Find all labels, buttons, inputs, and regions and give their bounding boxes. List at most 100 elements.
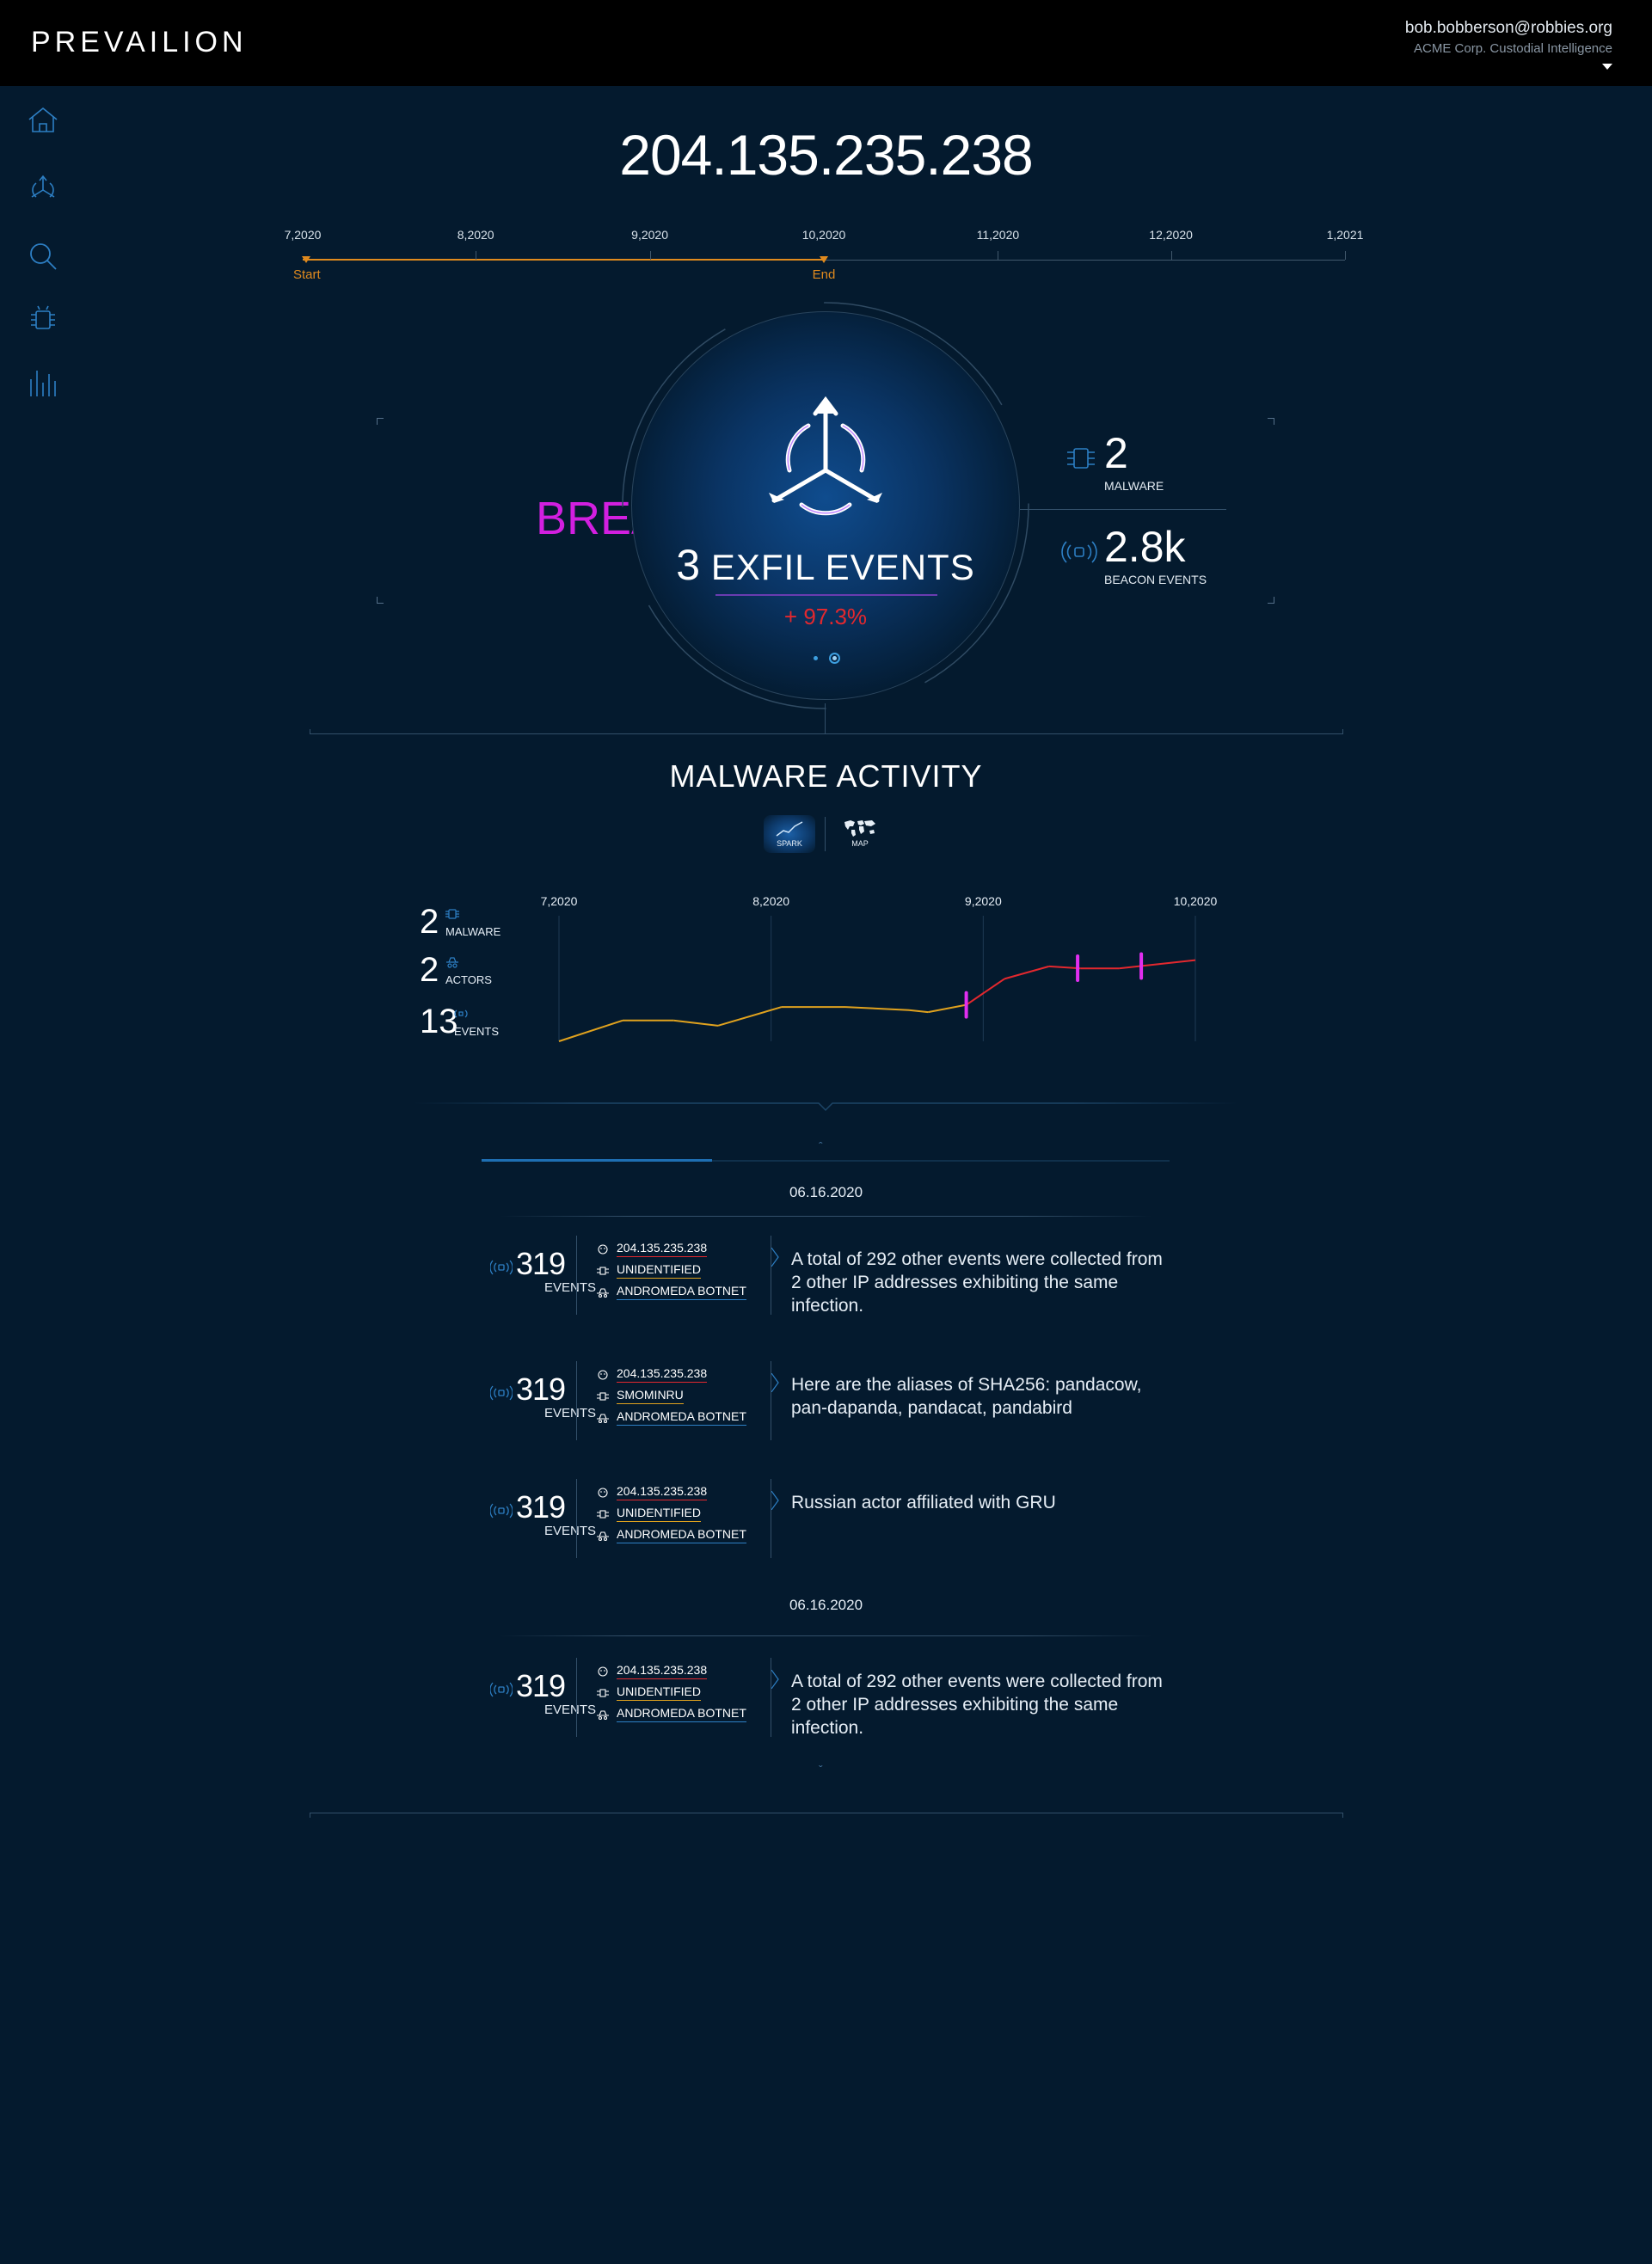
beacon-icon — [489, 1260, 513, 1275]
event-ip-link[interactable]: 204.135.235.238 — [617, 1241, 708, 1257]
timeline-tick: 12,2020 — [1149, 228, 1193, 242]
chevron-right-icon — [771, 1373, 779, 1392]
event-ip-tag[interactable]: 204.135.235.238 — [596, 1366, 768, 1385]
event-actor-tag[interactable]: UNIDENTIFIED — [596, 1262, 768, 1281]
malware-icon — [596, 1286, 610, 1298]
event-malware-tag[interactable]: ANDROMEDA BOTNET — [596, 1527, 768, 1546]
event-separator — [576, 1236, 577, 1315]
toggle-divider — [825, 817, 826, 851]
activity-actors-count: 2 — [420, 951, 439, 989]
chart-series-segment — [966, 978, 1005, 1006]
activity-malware-label: MALWARE — [445, 925, 501, 938]
ip-address-icon — [596, 1487, 610, 1498]
chart-series-segment — [717, 1006, 783, 1027]
event-actor-link[interactable]: UNIDENTIFIED — [617, 1506, 701, 1522]
chart-x-tick-label: 9,2020 — [965, 894, 1002, 908]
event-count-label: EVENTS — [544, 1524, 596, 1538]
event-ip-tag[interactable]: 204.135.235.238 — [596, 1484, 768, 1503]
nav-analytics[interactable] — [26, 365, 64, 403]
malware-activity-chart: 7,2020 8,2020 9,2020 10,2020 — [541, 894, 1218, 1042]
timeline-tick: 8,2020 — [457, 228, 494, 242]
ip-address-icon — [596, 1243, 610, 1255]
timeline-tick: 7,2020 — [284, 228, 322, 242]
actor-icon — [596, 1687, 610, 1697]
event-malware-tag[interactable]: ANDROMEDA BOTNET — [596, 1409, 768, 1428]
timeline-start-handle[interactable] — [301, 256, 310, 263]
event-actor-link[interactable]: UNIDENTIFIED — [617, 1262, 701, 1279]
timeline-selected-range — [303, 259, 824, 261]
event-actor-link[interactable]: SMOMINRU — [617, 1388, 684, 1404]
event-row[interactable]: 319 EVENTS 204.135.235.238 UNIDENTIFIED ANDR… — [482, 1658, 1170, 1744]
event-separator — [576, 1658, 577, 1737]
event-malware-link[interactable]: ANDROMEDA BOTNET — [617, 1527, 746, 1543]
event-actor-link[interactable]: UNIDENTIFIED — [617, 1684, 701, 1701]
chart-series-segment — [844, 1006, 910, 1011]
timeline-start-label: Start — [293, 267, 321, 282]
actor-icon — [596, 1265, 610, 1275]
user-menu[interactable]: bob.bobberson@robbies.org ACME Corp. Cus… — [1405, 19, 1612, 70]
expand-chevron-down-icon[interactable]: ˇ — [819, 1763, 823, 1776]
search-icon — [30, 243, 57, 270]
event-count: 319 — [516, 1489, 566, 1525]
event-ip-link[interactable]: 204.135.235.238 — [617, 1366, 708, 1383]
event-count: 319 — [516, 1246, 566, 1281]
event-malware-link[interactable]: ANDROMEDA BOTNET — [617, 1284, 746, 1300]
carousel-dots[interactable] — [808, 652, 843, 666]
card-corner — [1268, 418, 1274, 425]
activity-malware-count: 2 — [420, 903, 439, 941]
event-description: A total of 292 other events were collect… — [791, 1249, 1163, 1316]
event-separator — [576, 1361, 577, 1440]
exfil-icon — [769, 396, 882, 516]
toggle-map-view[interactable]: MAP — [834, 815, 886, 853]
event-malware-tag[interactable]: ANDROMEDA BOTNET — [596, 1284, 768, 1303]
chevron-right-icon — [771, 1248, 779, 1267]
event-malware-tag[interactable]: ANDROMEDA BOTNET — [596, 1706, 768, 1725]
event-description: Russian actor affiliated with GRU — [791, 1493, 1056, 1512]
event-row[interactable]: 319 EVENTS 204.135.235.238 UNIDENTIFIED ANDR… — [482, 1479, 1170, 1565]
event-count-label: EVENTS — [544, 1406, 596, 1420]
nav-malware[interactable] — [26, 303, 64, 341]
chart-series-segment — [928, 1003, 967, 1014]
event-actor-tag[interactable]: UNIDENTIFIED — [596, 1506, 768, 1525]
event-ip-link[interactable]: 204.135.235.238 — [617, 1663, 708, 1679]
event-description: Here are the aliases of SHA256: pandacow… — [791, 1375, 1142, 1418]
chevron-right-icon — [771, 1491, 779, 1510]
date-range-timeline[interactable]: 7,2020 8,2020 9,2020 10,2020 11,2020 12,… — [285, 228, 1364, 288]
beacon-icon — [454, 1009, 468, 1018]
carousel-dot-active[interactable] — [829, 653, 840, 664]
chart-series-segment — [558, 1019, 623, 1042]
timeline-tick: 1,2021 — [1326, 228, 1364, 242]
timeline-tickmark — [649, 251, 651, 260]
event-actor-tag[interactable]: UNIDENTIFIED — [596, 1684, 768, 1703]
collapse-chevron-up-icon[interactable]: ˆ — [819, 1139, 823, 1153]
malware-bug-icon — [31, 305, 55, 329]
event-row[interactable]: 319 EVENTS 204.135.235.238 UNIDENTIFIED ANDR… — [482, 1236, 1170, 1322]
event-description: A total of 292 other events were collect… — [791, 1672, 1163, 1738]
timeline-end-handle[interactable] — [820, 256, 828, 263]
toggle-spark-label: SPARK — [777, 839, 802, 848]
carousel-dot[interactable] — [814, 656, 818, 660]
event-ip-link[interactable]: 204.135.235.238 — [617, 1484, 708, 1500]
top-bar: PREVAILION bob.bobberson@robbies.org ACM… — [0, 0, 1652, 86]
user-org: ACME Corp. Custodial Intelligence — [1414, 41, 1612, 56]
exfil-delta: + 97.3% — [783, 604, 868, 629]
events-tab-active[interactable] — [482, 1159, 712, 1162]
chart-x-tick-label: 7,2020 — [541, 894, 578, 908]
toggle-spark-view[interactable]: SPARK — [764, 815, 815, 853]
event-group-rule — [499, 1635, 1152, 1636]
chart-series-segment — [1119, 959, 1196, 970]
world-map-icon — [844, 820, 875, 837]
ip-address-icon — [596, 1369, 610, 1380]
event-malware-link[interactable]: ANDROMEDA BOTNET — [617, 1409, 746, 1426]
event-actor-tag[interactable]: SMOMINRU — [596, 1388, 768, 1407]
event-ip-tag[interactable]: 204.135.235.238 — [596, 1241, 768, 1260]
chart-x-tick-label: 10,2020 — [1174, 894, 1218, 908]
event-count: 319 — [516, 1668, 566, 1703]
chevron-down-icon[interactable] — [1602, 64, 1612, 70]
event-ip-tag[interactable]: 204.135.235.238 — [596, 1663, 768, 1682]
brand-logo[interactable]: PREVAILION — [31, 26, 248, 59]
event-malware-link[interactable]: ANDROMEDA BOTNET — [617, 1706, 746, 1722]
event-row[interactable]: 319 EVENTS 204.135.235.238 SMOMINRU ANDROMED… — [482, 1361, 1170, 1447]
ip-address-icon — [596, 1666, 610, 1677]
nav-search[interactable] — [26, 239, 64, 277]
